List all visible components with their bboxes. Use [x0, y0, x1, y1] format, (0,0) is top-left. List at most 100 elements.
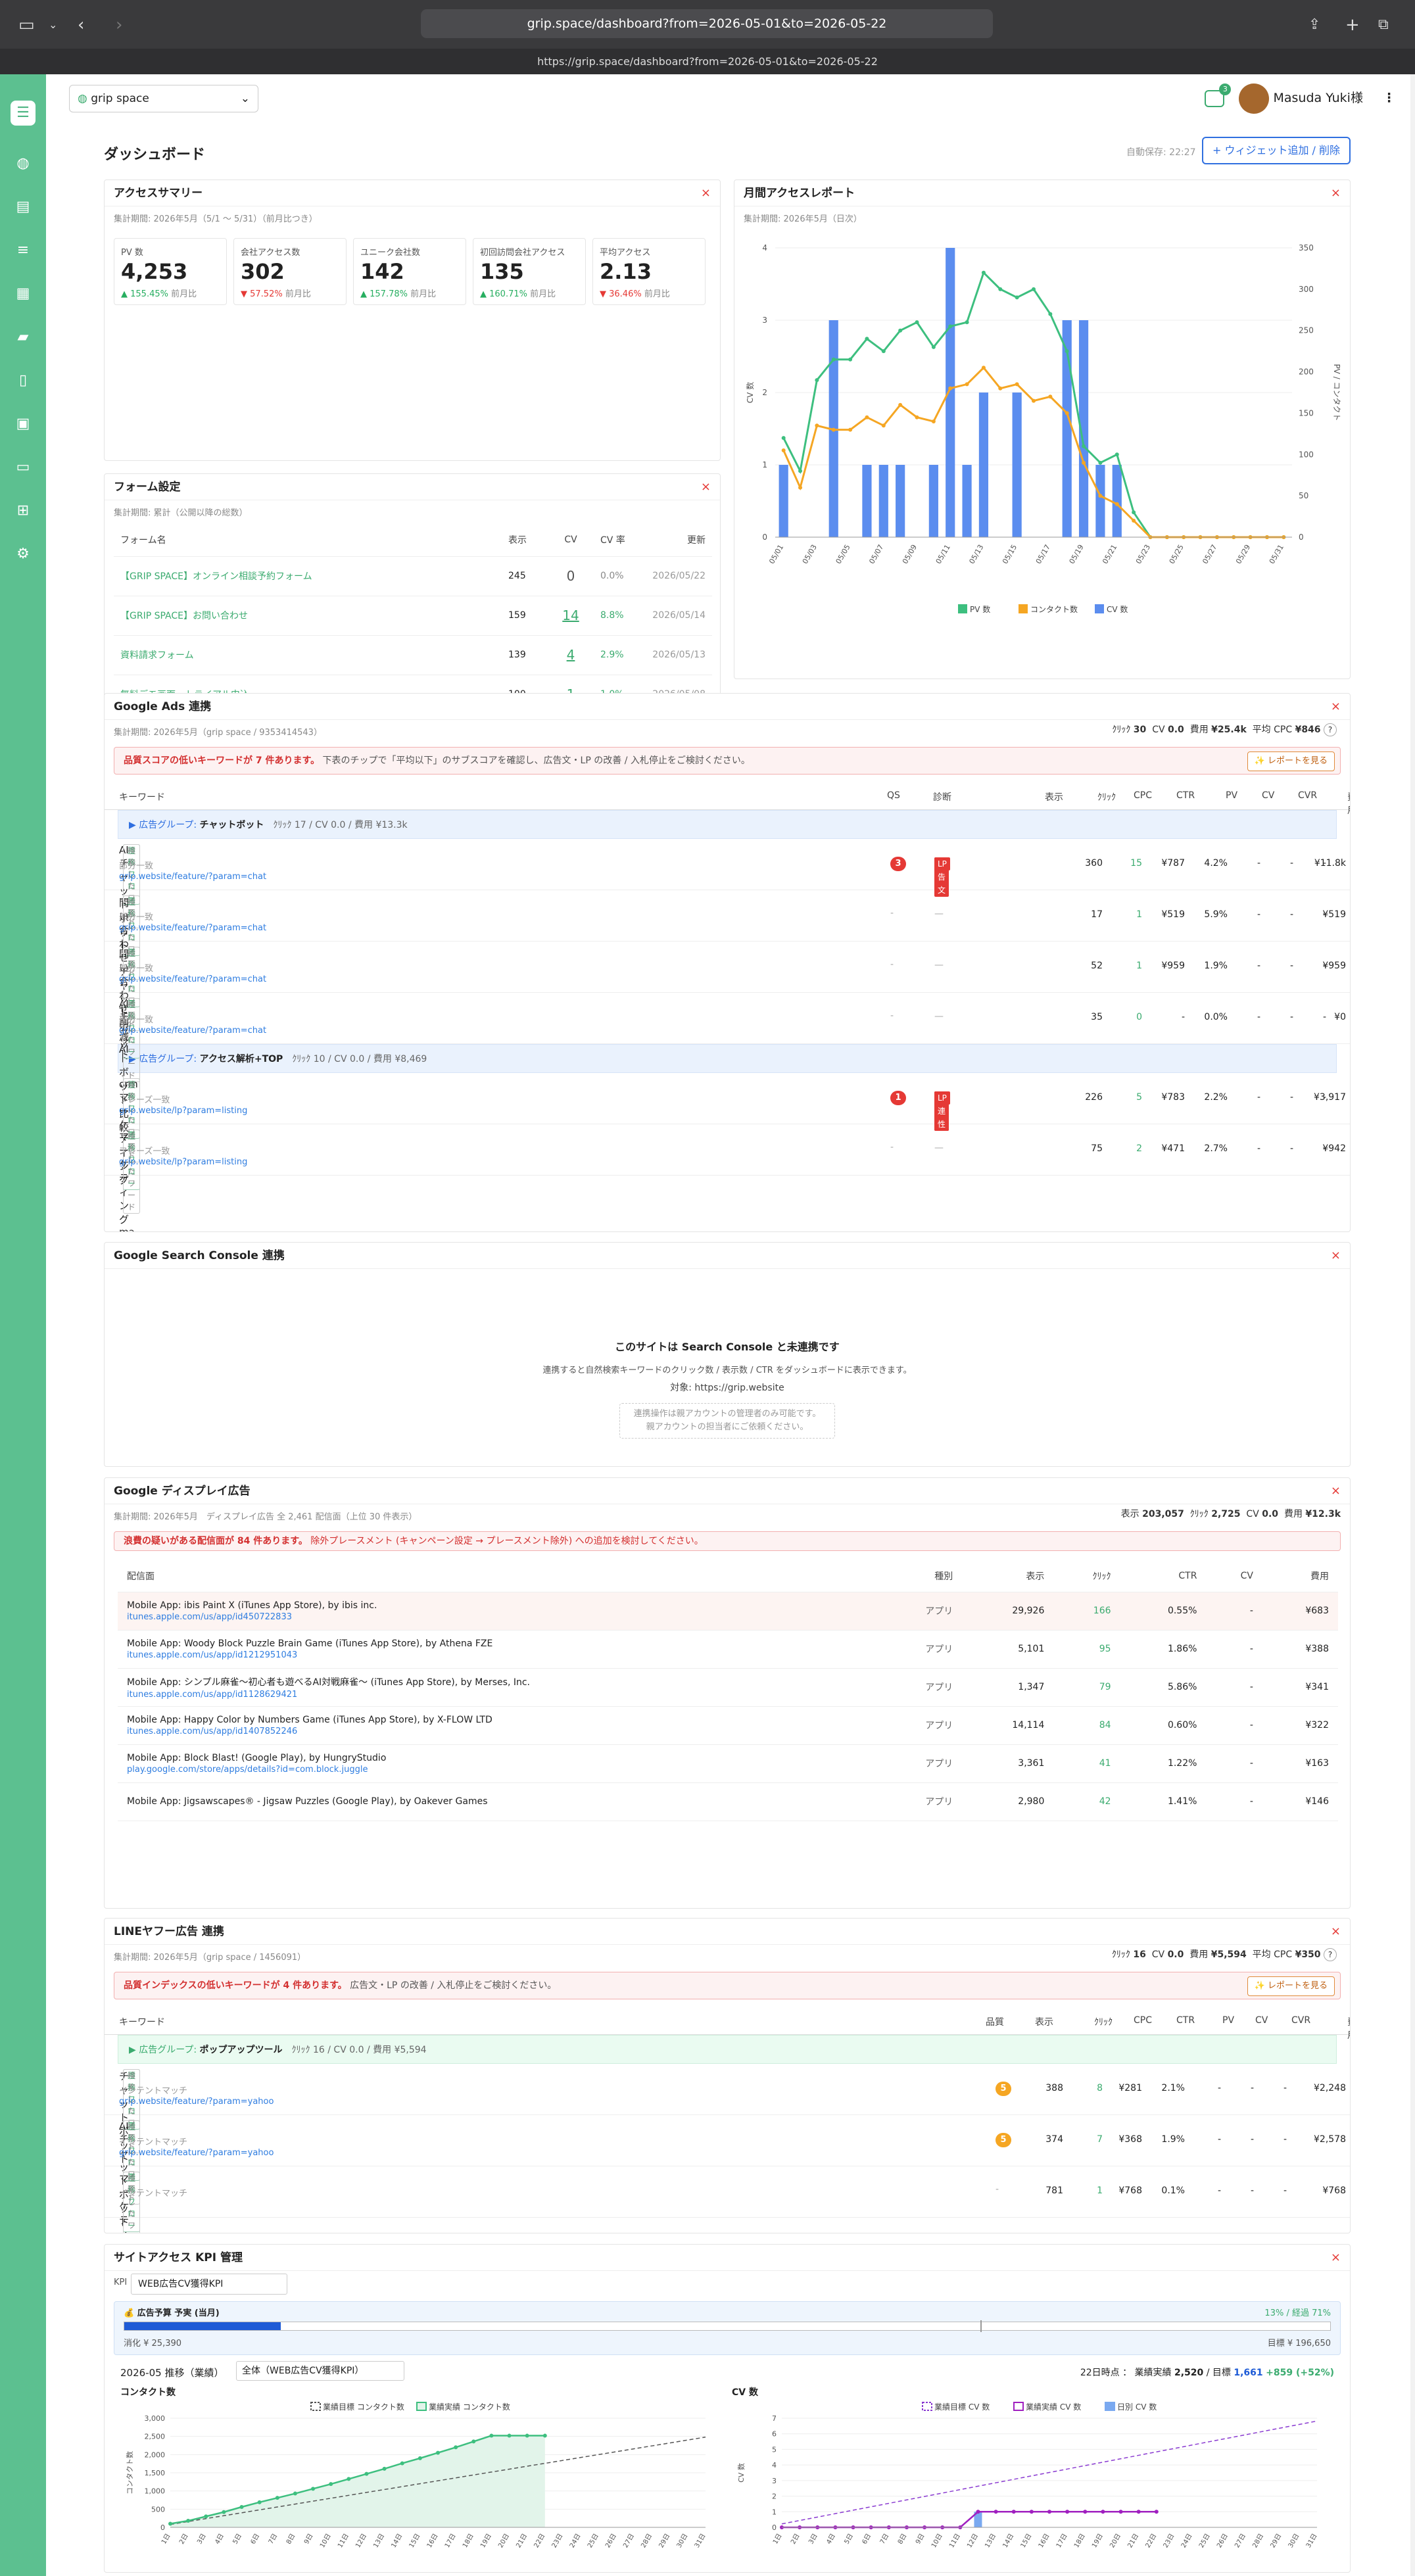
user-name[interactable]: Masuda Yuki様	[1273, 91, 1362, 105]
building-icon[interactable]: ▦	[0, 279, 46, 308]
scrollbar[interactable]	[1410, 74, 1415, 2576]
col-header[interactable]: 表示	[962, 1560, 1054, 1592]
close-icon[interactable]: ×	[1331, 1478, 1341, 1504]
more-icon[interactable]: ⋮	[1383, 91, 1395, 105]
list-icon[interactable]: ≡	[0, 236, 46, 265]
col-header[interactable]: CPC	[1134, 2015, 1152, 2026]
folder-icon[interactable]: ▰	[0, 323, 46, 352]
close-icon[interactable]: ×	[1331, 180, 1341, 206]
forward-icon[interactable]: ›	[116, 12, 122, 38]
col-header[interactable]: 費用	[1347, 2015, 1350, 2041]
close-icon[interactable]: ×	[701, 180, 711, 206]
search-word-tag[interactable]: 検索したワード	[123, 998, 141, 1082]
report-button[interactable]: ✨ レポートを見る	[1247, 751, 1335, 771]
col-header[interactable]: 費用	[1347, 790, 1350, 817]
landing-url[interactable]: grip.website/feature/?param=chat	[119, 872, 266, 882]
ad-group-row[interactable]: ▶ 広告グループ: アクセス解析+TOP ｸﾘｯｸ 10 / CV 0.0 / …	[118, 1044, 1337, 1073]
document-icon[interactable]: ▯	[0, 366, 46, 395]
landing-url[interactable]: grip.website/feature/?param=chat	[119, 923, 266, 933]
col-header[interactable]: 種別	[878, 1560, 963, 1592]
placement-url[interactable]: play.google.com/store/apps/details?id=co…	[127, 1765, 870, 1775]
col-header[interactable]: CV	[1206, 1560, 1262, 1592]
landing-url[interactable]: grip.website/feature/?param=chat	[119, 1026, 266, 1036]
new-tab-icon[interactable]: +	[1345, 12, 1360, 38]
help-icon[interactable]: ?	[1324, 723, 1337, 736]
cell-clk[interactable]: 2	[1136, 1143, 1142, 1154]
dashboard-icon[interactable]: ◍	[0, 149, 46, 178]
clipboard-icon[interactable]: ▤	[0, 193, 46, 222]
ad-group-row[interactable]: ▶ 広告グループ: チャットボット ｸﾘｯｸ 17 / CV 0.0 / 費用 …	[118, 810, 1337, 839]
landing-url[interactable]: grip.website/lp?param=listing	[119, 1106, 247, 1116]
search-word-tag[interactable]: 検索したワード	[123, 2172, 141, 2233]
placement-url[interactable]: itunes.apple.com/us/app/id1128629421	[127, 1690, 870, 1700]
landing-url[interactable]: grip.website/lp?param=listing	[119, 1157, 247, 1167]
col-header[interactable]: CV	[1262, 790, 1274, 801]
col-header[interactable]: CV	[1255, 2015, 1268, 2026]
form-cv[interactable]: 4	[548, 635, 594, 675]
close-icon[interactable]: ×	[1331, 1243, 1341, 1269]
col-header[interactable]: ｸﾘｯｸ	[1094, 2015, 1113, 2028]
cell-clk[interactable]: 8	[1097, 2083, 1103, 2093]
sitemap-icon[interactable]: ⊞	[0, 496, 46, 525]
col-header[interactable]: キーワード	[119, 790, 165, 803]
file-icon[interactable]: ▭	[0, 453, 46, 482]
col-header[interactable]: CVR	[1298, 790, 1317, 801]
browser-tab[interactable]: https://grip.space/dashboard?from=2026-0…	[0, 49, 1415, 75]
col-header[interactable]: 診断	[933, 790, 951, 803]
col-header[interactable]: CTR	[1176, 790, 1195, 801]
close-icon[interactable]: ×	[1331, 2245, 1341, 2271]
sidebar-toggle-icon[interactable]: ▭	[18, 12, 35, 38]
gear-icon[interactable]: ⚙	[0, 540, 46, 569]
cell-clk[interactable]: 5	[1136, 1092, 1142, 1103]
cell-clk[interactable]: 1	[1136, 909, 1142, 920]
chevron-down-icon[interactable]: ⌄	[49, 12, 57, 38]
menu-icon[interactable]: ☰	[11, 101, 36, 126]
search-word-tag[interactable]: 検索したワード	[123, 1130, 141, 1214]
form-name-link[interactable]: 資料請求フォーム	[114, 635, 502, 675]
col-header[interactable]: 表示	[1035, 2015, 1053, 2028]
close-icon[interactable]: ×	[1331, 694, 1341, 720]
col-header[interactable]: 表示	[1045, 790, 1063, 803]
form-cv[interactable]: 14	[548, 596, 594, 636]
tabs-overview-icon[interactable]: ⧉	[1378, 12, 1389, 38]
landing-url[interactable]: grip.website/feature/?param=chat	[119, 974, 266, 984]
cell-clk[interactable]: 0	[1136, 1012, 1142, 1022]
col-header[interactable]: 品質	[986, 2015, 1004, 2028]
kpi-select[interactable]: WEB広告CV獲得KPI	[131, 2274, 287, 2295]
cell-clk[interactable]: 15	[1130, 858, 1142, 869]
col-header[interactable]: 配信面	[118, 1560, 879, 1592]
ad-group-row[interactable]: ▶ 広告グループ: ポップアップツール ｸﾘｯｸ 16 / CV 0.0 / 費…	[118, 2035, 1337, 2064]
help-icon[interactable]: ?	[1324, 1948, 1337, 1961]
close-icon[interactable]: ×	[701, 474, 711, 500]
placement-url[interactable]: itunes.apple.com/us/app/id1407852246	[127, 1727, 870, 1736]
add-widget-button[interactable]: + ウィジェット追加 / 削除	[1202, 137, 1351, 164]
back-icon[interactable]: ‹	[78, 12, 84, 38]
col-header[interactable]: CPC	[1134, 790, 1152, 801]
cell-clk[interactable]: 1	[1097, 2185, 1103, 2196]
workspace-select[interactable]: ◍ grip space ⌄	[69, 85, 258, 112]
col-header[interactable]: CTR	[1120, 1560, 1207, 1592]
calendar-icon[interactable]: ▣	[0, 410, 46, 439]
col-header[interactable]: 費用	[1262, 1560, 1338, 1592]
landing-url[interactable]: grip.website/feature/?param=yahoo	[119, 2148, 274, 2158]
col-header[interactable]: CTR	[1176, 2015, 1195, 2026]
share-icon[interactable]: ⇪	[1308, 12, 1320, 38]
address-bar[interactable]: grip.space/dashboard?from=2026-05-01&to=…	[421, 9, 993, 38]
landing-url[interactable]: grip.website/feature/?param=yahoo	[119, 2097, 274, 2107]
close-icon[interactable]: ×	[1331, 1919, 1341, 1945]
cell-clk[interactable]: 7	[1097, 2134, 1103, 2145]
form-name-link[interactable]: 【GRIP SPACE】オンライン相談予約フォーム	[114, 556, 502, 596]
placement-url[interactable]: itunes.apple.com/us/app/id1212951043	[127, 1650, 870, 1660]
col-header[interactable]: ｸﾘｯｸ	[1097, 790, 1116, 803]
trend-select[interactable]: 全体（WEB広告CV獲得KPI）	[236, 2361, 404, 2381]
col-header[interactable]: キーワード	[119, 2015, 165, 2028]
col-header[interactable]: PV	[1222, 2015, 1234, 2026]
col-header[interactable]: QS	[887, 790, 900, 801]
col-header[interactable]: ｸﾘｯｸ	[1053, 1560, 1120, 1592]
placement-url[interactable]: itunes.apple.com/us/app/id450722833	[127, 1612, 870, 1622]
col-header[interactable]: PV	[1226, 790, 1237, 801]
col-header[interactable]: CVR	[1291, 2015, 1310, 2026]
form-name-link[interactable]: 【GRIP SPACE】お問い合わせ	[114, 596, 502, 636]
report-button[interactable]: ✨ レポートを見る	[1247, 1976, 1335, 1996]
chat-notification-icon[interactable]: 3	[1205, 83, 1232, 107]
